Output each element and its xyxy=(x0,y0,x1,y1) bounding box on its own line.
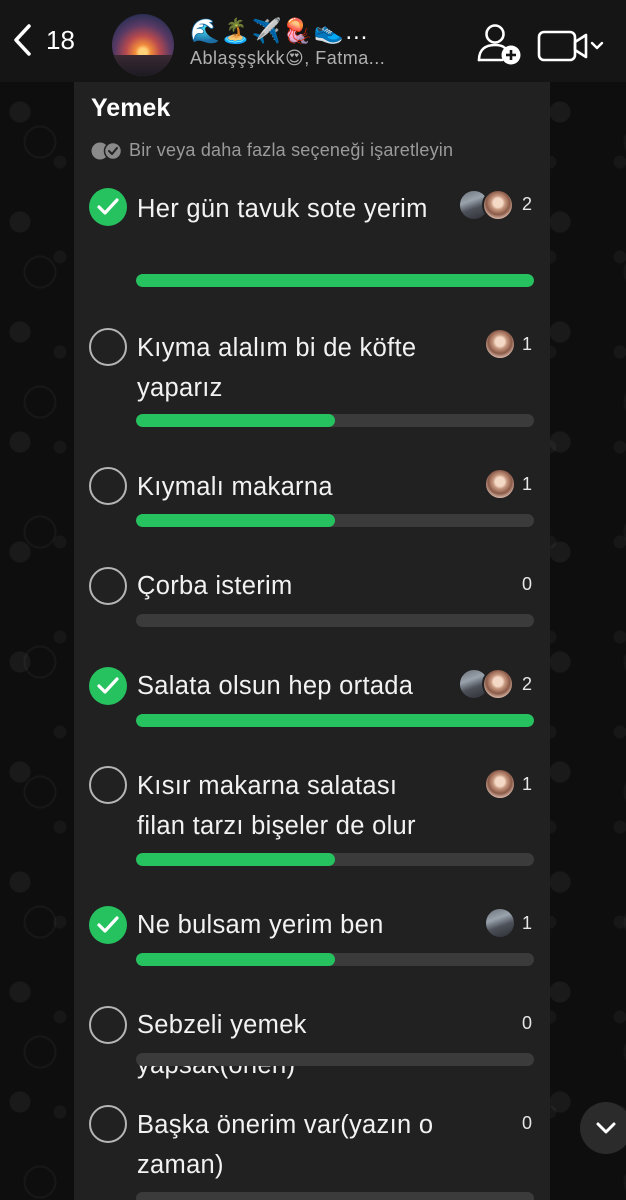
video-camera-icon[interactable] xyxy=(536,28,606,64)
unchecked-circle-icon[interactable] xyxy=(89,467,127,505)
vote-progress-fill xyxy=(136,953,335,966)
voter-avatars[interactable] xyxy=(484,328,516,360)
group-members: Ablaşşşkkk😍, Fatma... xyxy=(190,48,386,68)
voter-avatar xyxy=(484,907,516,939)
poll-option-label: Sebzeli yemek yapsak(öneri) xyxy=(137,1011,307,1079)
poll-option-label: Ne bulsam yerim ben xyxy=(137,911,384,939)
vote-count: 0 xyxy=(522,1113,533,1133)
vote-progress-bar xyxy=(136,714,534,727)
vote-count: 2 xyxy=(522,674,533,694)
vote-progress-fill xyxy=(136,274,534,287)
vote-progress-bar xyxy=(136,514,534,527)
poll-title: Yemek xyxy=(91,94,171,122)
unread-count: 18 xyxy=(46,24,75,55)
vote-progress-bar xyxy=(136,853,534,866)
poll-option-label: Kısır makarna salatası filan tarzı bişel… xyxy=(137,772,416,840)
vote-count: 1 xyxy=(522,774,533,794)
chevron-left-icon xyxy=(14,24,31,56)
poll-instruction: Bir veya daha fazla seçeneği işaretleyin xyxy=(91,140,453,161)
unchecked-circle-icon[interactable] xyxy=(89,567,127,605)
checked-circle-icon[interactable] xyxy=(89,667,127,705)
add-user-icon[interactable] xyxy=(476,22,522,66)
vote-count: 2 xyxy=(522,194,533,214)
vote-count: 1 xyxy=(522,913,533,933)
unchecked-circle-icon[interactable] xyxy=(89,766,127,804)
voter-avatar xyxy=(484,468,516,500)
poll-option-label: Her gün tavuk sote yerim xyxy=(137,195,428,223)
unchecked-circle-icon[interactable] xyxy=(89,1105,127,1143)
voter-avatar xyxy=(484,328,516,360)
poll-option-label: Çorba isterim xyxy=(137,572,293,600)
back-button[interactable]: 18 xyxy=(10,22,75,58)
chevron-down-icon xyxy=(596,1122,616,1134)
double-check-icon xyxy=(91,141,123,160)
poll-option-label: Salata olsun hep ortada xyxy=(137,672,414,700)
vote-progress-bar xyxy=(136,614,534,627)
voter-avatar xyxy=(484,768,516,800)
unchecked-circle-icon[interactable] xyxy=(89,328,127,366)
vote-progress-fill xyxy=(136,853,335,866)
voter-avatars[interactable] xyxy=(458,668,514,700)
vote-count: 1 xyxy=(522,474,533,494)
group-info[interactable]: 🌊🏝️✈️🪼👟… Ablaşşşkkk😍, Fatma... xyxy=(190,17,450,69)
unchecked-circle-icon[interactable] xyxy=(89,1006,127,1044)
vote-progress-bar xyxy=(136,953,534,966)
group-avatar[interactable] xyxy=(112,14,174,76)
voter-avatars[interactable] xyxy=(484,768,516,800)
checked-circle-icon[interactable] xyxy=(89,188,127,226)
poll-option-label: Kıymalı makarna xyxy=(137,473,333,501)
vote-count: 1 xyxy=(522,334,533,354)
poll-message: Yemek Bir veya daha fazla seçeneği işare… xyxy=(74,82,550,1200)
vote-progress-bar xyxy=(136,1053,534,1066)
vote-count: 0 xyxy=(522,1013,533,1033)
voter-avatar xyxy=(482,189,514,221)
poll-option-label: Kıyma alalım bi de köfte yaparız xyxy=(137,334,417,402)
vote-progress-bar xyxy=(136,414,534,427)
scroll-down-button[interactable] xyxy=(580,1102,626,1154)
vote-count: 0 xyxy=(522,574,533,594)
vote-progress-fill xyxy=(136,514,335,527)
voter-avatar xyxy=(482,668,514,700)
voter-avatars[interactable] xyxy=(484,468,516,500)
voter-avatars[interactable] xyxy=(484,907,516,939)
group-name: 🌊🏝️✈️🪼👟… xyxy=(190,18,370,45)
voter-avatars[interactable] xyxy=(458,189,514,221)
chat-header: 18 🌊🏝️✈️🪼👟… Ablaşşşkkk😍, Fatma... xyxy=(0,0,626,82)
vote-progress-fill xyxy=(136,714,534,727)
vote-progress-bar xyxy=(136,1192,534,1200)
poll-subtitle: Bir veya daha fazla seçeneği işaretleyin xyxy=(129,140,454,160)
vote-progress-fill xyxy=(136,414,335,427)
checked-circle-icon[interactable] xyxy=(89,906,127,944)
vote-progress-bar xyxy=(136,274,534,287)
poll-option-label: Başka önerim var(yazın o zaman) xyxy=(137,1111,434,1179)
